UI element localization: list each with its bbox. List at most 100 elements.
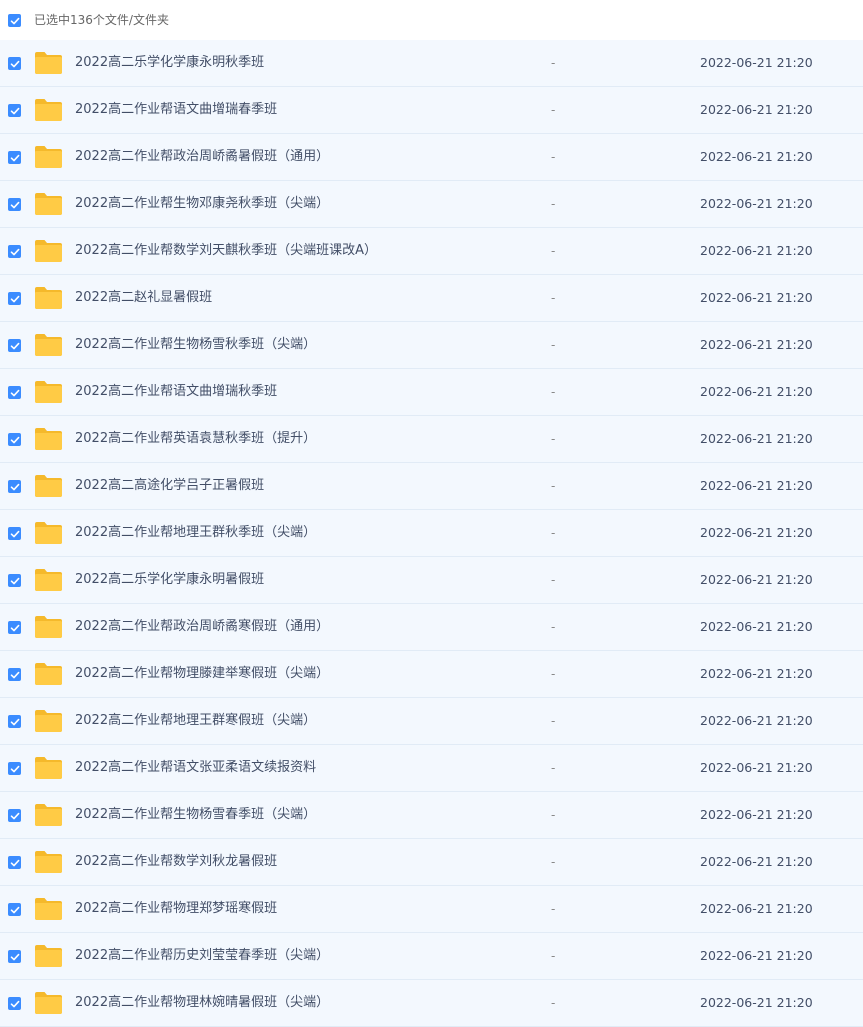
file-name[interactable]: 2022高二高途化学吕子正暑假班 — [75, 478, 264, 494]
file-name[interactable]: 2022高二作业帮政治周峤矞暑假班（通用） — [75, 149, 329, 165]
file-name[interactable]: 2022高二作业帮数学刘秋龙暑假班 — [75, 854, 277, 870]
row-checkbox[interactable] — [8, 903, 21, 916]
folder-icon[interactable] — [34, 944, 63, 968]
check-icon — [10, 577, 19, 584]
folder-icon[interactable] — [34, 192, 63, 216]
file-name[interactable]: 2022高二乐学化学康永明秋季班 — [75, 55, 264, 71]
file-row[interactable]: 2022高二作业帮物理郑梦瑶寒假班 - 2022-06-21 21:20 — [0, 886, 863, 933]
file-name[interactable]: 2022高二作业帮历史刘莹莹春季班（尖端） — [75, 948, 329, 964]
row-checkbox[interactable] — [8, 715, 21, 728]
file-name[interactable]: 2022高二作业帮物理滕建举寒假班（尖端） — [75, 666, 329, 682]
file-row[interactable]: 2022高二作业帮英语袁慧秋季班（提升） - 2022-06-21 21:20 — [0, 416, 863, 463]
file-name[interactable]: 2022高二作业帮语文张亚柔语文续报资料 — [75, 760, 316, 776]
row-checkbox[interactable] — [8, 339, 21, 352]
folder-icon[interactable] — [34, 709, 63, 733]
row-checkbox[interactable] — [8, 151, 21, 164]
folder-icon[interactable] — [34, 145, 63, 169]
file-row[interactable]: 2022高二作业帮数学刘秋龙暑假班 - 2022-06-21 21:20 — [0, 839, 863, 886]
folder-icon[interactable] — [34, 991, 63, 1015]
file-row[interactable]: 2022高二作业帮政治周峤矞暑假班（通用） - 2022-06-21 21:20 — [0, 134, 863, 181]
file-row[interactable]: 2022高二作业帮生物杨雪春季班（尖端） - 2022-06-21 21:20 — [0, 792, 863, 839]
row-checkbox[interactable] — [8, 292, 21, 305]
file-name[interactable]: 2022高二赵礼显暑假班 — [75, 290, 212, 306]
file-name[interactable]: 2022高二作业帮地理王群寒假班（尖端） — [75, 713, 316, 729]
row-checkbox[interactable] — [8, 997, 21, 1010]
row-checkbox[interactable] — [8, 386, 21, 399]
check-icon — [10, 107, 19, 114]
file-name[interactable]: 2022高二作业帮政治周峤矞寒假班（通用） — [75, 619, 329, 635]
file-name[interactable]: 2022高二作业帮物理林婉晴暑假班（尖端） — [75, 995, 329, 1011]
row-checkbox[interactable] — [8, 762, 21, 775]
file-row[interactable]: 2022高二赵礼显暑假班 - 2022-06-21 21:20 — [0, 275, 863, 322]
folder-icon[interactable] — [34, 662, 63, 686]
folder-icon[interactable] — [34, 474, 63, 498]
file-row[interactable]: 2022高二作业帮历史刘莹莹春季班（尖端） - 2022-06-21 21:20 — [0, 933, 863, 980]
file-name[interactable]: 2022高二作业帮生物杨雪春季班（尖端） — [75, 807, 316, 823]
file-size: - — [551, 291, 556, 305]
file-date: 2022-06-21 21:20 — [700, 149, 813, 164]
file-name[interactable]: 2022高二作业帮语文曲增瑞春季班 — [75, 102, 277, 118]
row-checkbox[interactable] — [8, 574, 21, 587]
file-row[interactable]: 2022高二作业帮政治周峤矞寒假班（通用） - 2022-06-21 21:20 — [0, 604, 863, 651]
file-name[interactable]: 2022高二作业帮生物邓康尧秋季班（尖端） — [75, 196, 329, 212]
file-row[interactable]: 2022高二乐学化学康永明秋季班 - 2022-06-21 21:20 — [0, 40, 863, 87]
folder-icon[interactable] — [34, 333, 63, 357]
check-icon — [10, 248, 19, 255]
row-checkbox[interactable] — [8, 809, 21, 822]
file-row[interactable]: 2022高二作业帮语文曲增瑞秋季班 - 2022-06-21 21:20 — [0, 369, 863, 416]
file-row[interactable]: 2022高二作业帮物理滕建举寒假班（尖端） - 2022-06-21 21:20 — [0, 651, 863, 698]
folder-icon[interactable] — [34, 427, 63, 451]
folder-icon[interactable] — [34, 756, 63, 780]
row-checkbox[interactable] — [8, 856, 21, 869]
row-checkbox[interactable] — [8, 950, 21, 963]
file-row[interactable]: 2022高二作业帮地理王群寒假班（尖端） - 2022-06-21 21:20 — [0, 698, 863, 745]
folder-icon[interactable] — [34, 239, 63, 263]
check-icon — [10, 389, 19, 396]
file-row[interactable]: 2022高二作业帮地理王群秋季班（尖端） - 2022-06-21 21:20 — [0, 510, 863, 557]
file-name[interactable]: 2022高二作业帮生物杨雪秋季班（尖端） — [75, 337, 316, 353]
file-row[interactable]: 2022高二作业帮生物邓康尧秋季班（尖端） - 2022-06-21 21:20 — [0, 181, 863, 228]
select-all-checkbox[interactable] — [8, 14, 21, 27]
file-size: - — [551, 244, 556, 258]
row-checkbox[interactable] — [8, 198, 21, 211]
file-row[interactable]: 2022高二高途化学吕子正暑假班 - 2022-06-21 21:20 — [0, 463, 863, 510]
row-checkbox[interactable] — [8, 480, 21, 493]
file-date: 2022-06-21 21:20 — [700, 290, 813, 305]
row-checkbox[interactable] — [8, 668, 21, 681]
folder-icon[interactable] — [34, 98, 63, 122]
row-checkbox[interactable] — [8, 245, 21, 258]
file-date: 2022-06-21 21:20 — [700, 713, 813, 728]
file-name[interactable]: 2022高二乐学化学康永明暑假班 — [75, 572, 264, 588]
folder-icon[interactable] — [34, 850, 63, 874]
folder-icon[interactable] — [34, 803, 63, 827]
file-name[interactable]: 2022高二作业帮物理郑梦瑶寒假班 — [75, 901, 277, 917]
row-checkbox[interactable] — [8, 104, 21, 117]
folder-icon[interactable] — [34, 568, 63, 592]
folder-icon[interactable] — [34, 380, 63, 404]
file-name[interactable]: 2022高二作业帮语文曲增瑞秋季班 — [75, 384, 277, 400]
folder-icon[interactable] — [34, 286, 63, 310]
file-date: 2022-06-21 21:20 — [700, 619, 813, 634]
check-icon — [10, 154, 19, 161]
file-row[interactable]: 2022高二作业帮语文曲增瑞春季班 - 2022-06-21 21:20 — [0, 87, 863, 134]
file-row[interactable]: 2022高二作业帮数学刘天麒秋季班（尖端班课改A） - 2022-06-21 2… — [0, 228, 863, 275]
folder-icon[interactable] — [34, 897, 63, 921]
file-row[interactable]: 2022高二作业帮语文张亚柔语文续报资料 - 2022-06-21 21:20 — [0, 745, 863, 792]
file-name[interactable]: 2022高二作业帮地理王群秋季班（尖端） — [75, 525, 316, 541]
row-checkbox[interactable] — [8, 621, 21, 634]
file-row[interactable]: 2022高二作业帮生物杨雪秋季班（尖端） - 2022-06-21 21:20 — [0, 322, 863, 369]
row-checkbox[interactable] — [8, 57, 21, 70]
file-size: - — [551, 103, 556, 117]
file-row[interactable]: 2022高二作业帮物理林婉晴暑假班（尖端） - 2022-06-21 21:20 — [0, 980, 863, 1027]
file-name[interactable]: 2022高二作业帮英语袁慧秋季班（提升） — [75, 431, 316, 447]
row-checkbox[interactable] — [8, 433, 21, 446]
file-date: 2022-06-21 21:20 — [700, 102, 813, 117]
file-row[interactable]: 2022高二乐学化学康永明暑假班 - 2022-06-21 21:20 — [0, 557, 863, 604]
file-name[interactable]: 2022高二作业帮数学刘天麒秋季班（尖端班课改A） — [75, 243, 377, 259]
folder-icon[interactable] — [34, 521, 63, 545]
file-size: - — [551, 573, 556, 587]
row-checkbox[interactable] — [8, 527, 21, 540]
file-size: - — [551, 432, 556, 446]
folder-icon[interactable] — [34, 51, 63, 75]
folder-icon[interactable] — [34, 615, 63, 639]
